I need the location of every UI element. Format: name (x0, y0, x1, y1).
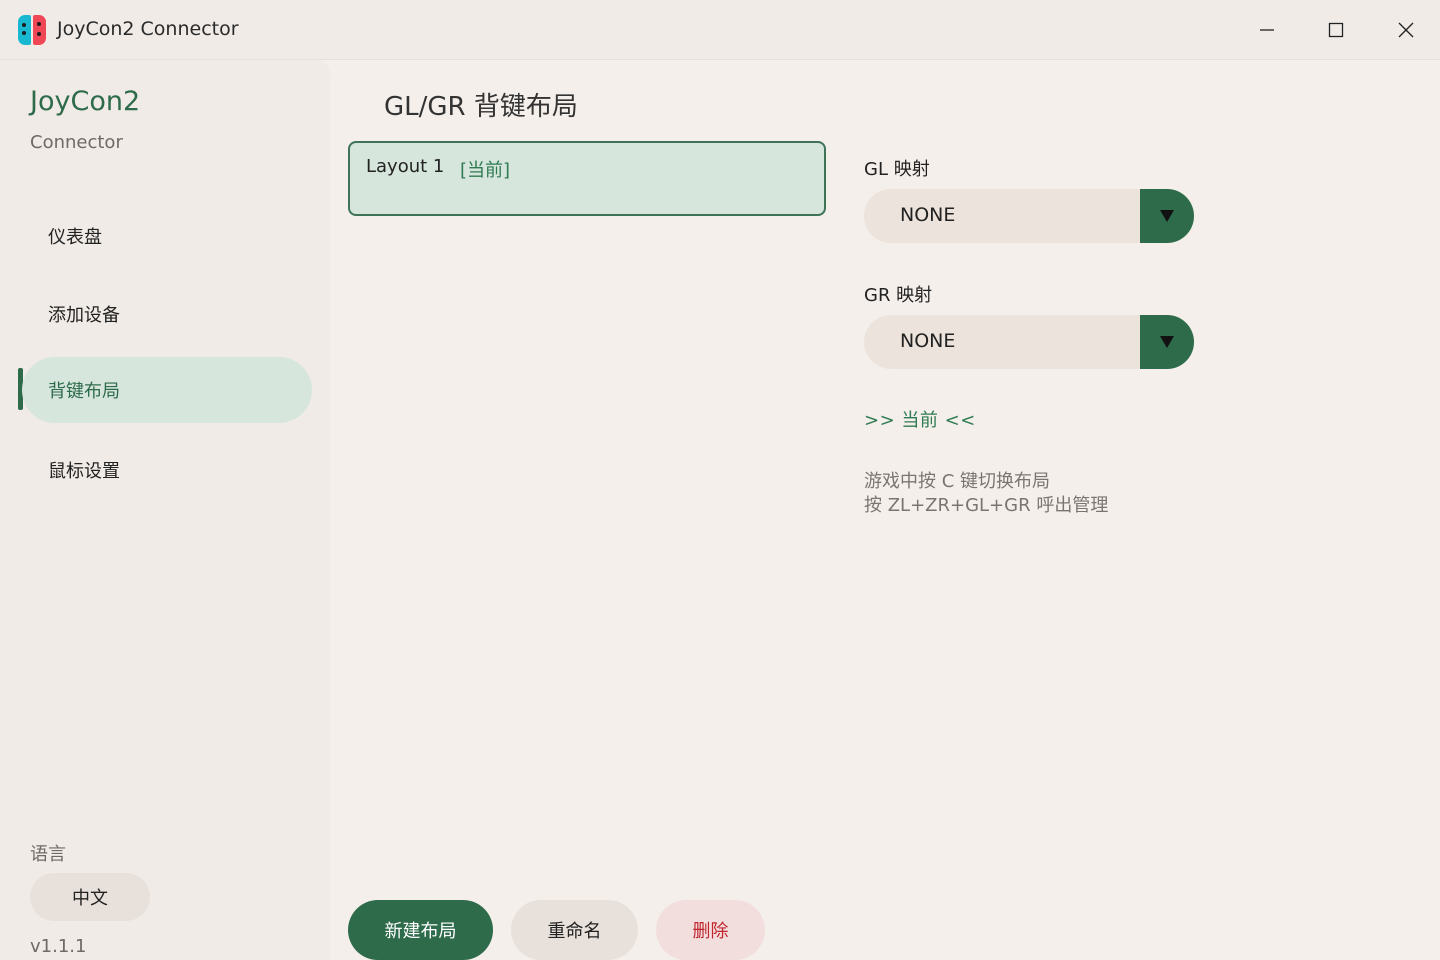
sidebar-item-mouse-settings[interactable]: 鼠标设置 (22, 437, 312, 503)
title-bar: JoyCon2 Connector (0, 0, 1440, 60)
current-layout-marker: >> 当前 << (864, 410, 976, 431)
rename-button[interactable]: 重命名 (511, 900, 638, 960)
maximize-button[interactable] (1302, 0, 1370, 60)
language-value: 中文 (72, 888, 108, 909)
gr-mapping-label: GR 映射 (864, 285, 933, 306)
minimize-icon (1260, 29, 1274, 31)
maximize-icon (1328, 22, 1344, 38)
dropdown-arrow-button[interactable] (1140, 315, 1194, 369)
sidebar: JoyCon2 Connector 仪表盘 添加设备 背键布局 鼠标设置 语言 … (0, 60, 330, 960)
page-title: GL/GR 背键布局 (384, 92, 578, 122)
dropdown-arrow-button[interactable] (1140, 189, 1194, 243)
close-icon (1398, 22, 1414, 38)
hint-switch-layout: 游戏中按 C 键切换布局 (864, 471, 1051, 492)
version-label: v1.1.1 (30, 936, 87, 957)
rename-label: 重命名 (547, 921, 602, 942)
gr-mapping-value: NONE (900, 330, 956, 352)
gl-mapping-label: GL 映射 (864, 159, 930, 180)
delete-label: 删除 (692, 921, 729, 942)
hint-open-manager: 按 ZL+ZR+GL+GR 呼出管理 (864, 495, 1109, 516)
sidebar-item-label: 添加设备 (48, 305, 120, 326)
new-layout-label: 新建布局 (384, 921, 457, 942)
gr-mapping-select[interactable]: NONE (864, 315, 1194, 369)
new-layout-button[interactable]: 新建布局 (348, 900, 493, 960)
current-layout-badge: [当前] (460, 160, 511, 181)
sidebar-item-label: 鼠标设置 (48, 461, 120, 482)
delete-button[interactable]: 删除 (656, 900, 765, 960)
close-button[interactable] (1372, 0, 1440, 60)
window-title: JoyCon2 Connector (57, 18, 239, 40)
triangle-down-icon (1160, 210, 1174, 222)
language-button[interactable]: 中文 (30, 873, 150, 921)
sidebar-item-dashboard[interactable]: 仪表盘 (22, 203, 312, 269)
gl-mapping-value: NONE (900, 204, 956, 226)
brand-subtitle: Connector (30, 132, 123, 153)
layout-list-item[interactable]: Layout 1 [当前] (348, 141, 826, 216)
triangle-down-icon (1160, 336, 1174, 348)
joycon-logo-icon (18, 15, 46, 45)
language-label: 语言 (30, 844, 66, 865)
brand-title: JoyCon2 (30, 86, 141, 117)
sidebar-item-label: 仪表盘 (48, 227, 102, 248)
sidebar-item-back-button-layout[interactable]: 背键布局 (22, 357, 312, 423)
layout-name: Layout 1 (366, 156, 445, 177)
sidebar-item-label: 背键布局 (48, 381, 120, 402)
gl-mapping-select[interactable]: NONE (864, 189, 1194, 243)
sidebar-item-add-device[interactable]: 添加设备 (22, 281, 312, 347)
minimize-button[interactable] (1233, 0, 1301, 60)
